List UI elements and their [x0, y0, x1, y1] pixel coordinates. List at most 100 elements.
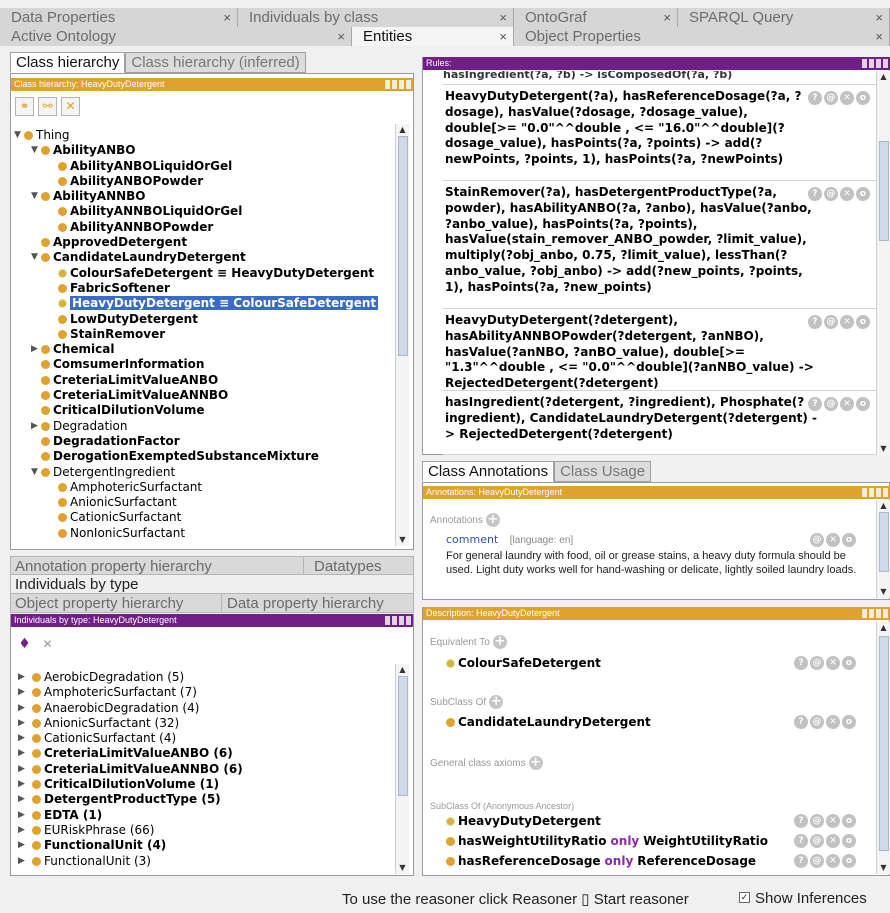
annotation-property[interactable]: comment	[446, 533, 498, 546]
annotate-icon[interactable]: @	[824, 91, 838, 105]
individual-type-item[interactable]: ▶ CreteriaLimitValueANBO (6)	[18, 746, 394, 761]
tab-annotation-property-hierarchy[interactable]: Annotation property hierarchy	[11, 557, 304, 575]
expand-arrow-icon[interactable]: ▼	[31, 143, 41, 158]
class-tree-node[interactable]: ▼ Thing	[14, 128, 394, 143]
edit-icon[interactable]: o	[856, 91, 870, 105]
action-icon[interactable]: ?	[794, 814, 808, 828]
description-scrollbar[interactable]: ▲ ▼	[876, 622, 890, 874]
expand-arrow-icon[interactable]: ▶	[18, 746, 28, 761]
expand-arrow-icon[interactable]: ▶	[18, 823, 28, 838]
action-icon[interactable]: o	[842, 854, 856, 868]
tab-class-usage[interactable]: Class Usage	[554, 461, 652, 482]
delete-icon[interactable]: ✕	[840, 315, 854, 329]
annotate-icon[interactable]: @	[824, 315, 838, 329]
individual-type-item[interactable]: ▶ AnionicSurfactant (32)	[18, 716, 394, 731]
class-tree-node[interactable]: CationicSurfactant	[14, 510, 394, 525]
individual-type-item[interactable]: ▶ CreteriaLimitValueANNBO (6)	[18, 762, 394, 777]
edit-icon[interactable]: o	[856, 315, 870, 329]
annotate-icon[interactable]: @	[810, 533, 824, 547]
swrl-rule[interactable]: HeavyDutyDetergent(?a), hasReferenceDosa…	[443, 87, 876, 181]
individual-type-item[interactable]: ▶ AmphotericSurfactant (7)	[18, 685, 394, 700]
explain-icon[interactable]: ?	[808, 315, 822, 329]
class-tree-node[interactable]: ApprovedDetergent	[14, 235, 394, 250]
explain-icon[interactable]: ?	[808, 187, 822, 201]
delete-icon[interactable]: ✕	[826, 533, 840, 547]
expand-arrow-icon[interactable]: ▶	[18, 777, 28, 792]
annotate-icon[interactable]: @	[824, 187, 838, 201]
class-tree-node[interactable]: AmphotericSurfactant	[14, 480, 394, 495]
add-sibling-button[interactable]: ⚯	[38, 97, 57, 116]
add-annotation-button[interactable]: +	[485, 512, 500, 527]
class-tree-node[interactable]: ▼ DetergentIngredient	[14, 465, 394, 480]
anonymous-ancestor-item[interactable]: HeavyDutyDetergent	[446, 814, 601, 828]
expand-arrow-icon[interactable]: ▶	[18, 854, 28, 869]
class-tree-node[interactable]: ColourSafeDetergent ≡ HeavyDutyDetergent	[14, 266, 394, 281]
individual-type-item[interactable]: ▶ EURiskPhrase (66)	[18, 823, 394, 838]
expand-arrow-icon[interactable]: ▶	[18, 701, 28, 716]
expand-arrow-icon[interactable]: ▼	[14, 128, 24, 143]
tab-class-hierarchy[interactable]: Class hierarchy	[10, 52, 126, 73]
delete-icon[interactable]: ✕	[840, 397, 854, 411]
class-tree-node[interactable]: ComsumerInformation	[14, 357, 394, 372]
expand-arrow-icon[interactable]: ▼	[31, 465, 41, 480]
delete-class-button[interactable]: ✕	[61, 97, 80, 116]
tab-entities[interactable]: Entities ×	[352, 27, 514, 46]
class-tree-node[interactable]: FabricSoftener	[14, 281, 394, 296]
annotate-icon[interactable]: @	[824, 397, 838, 411]
annotations-scrollbar[interactable]: ▲ ▼	[876, 500, 890, 598]
annotation-row[interactable]: comment [language: en]	[446, 533, 573, 546]
tab-ontograf[interactable]: OntoGraf ×	[514, 8, 678, 27]
edit-icon[interactable]: o	[842, 533, 856, 547]
swrl-rule[interactable]: StainRemover(?a), hasDetergentProductTyp…	[443, 183, 876, 309]
action-icon[interactable]: ✕	[826, 834, 840, 848]
add-superclass-button[interactable]: +	[489, 694, 504, 709]
class-tree-node[interactable]: ▼ AbilityANBO	[14, 143, 394, 158]
action-icon[interactable]: ?	[794, 834, 808, 848]
anonymous-ancestor-item[interactable]: hasWeightUtilityRatio only WeightUtilityRa…	[446, 834, 768, 848]
add-subclass-button[interactable]: ⚭	[15, 97, 34, 116]
tab-data-property-hierarchy[interactable]: Data property hierarchy	[222, 594, 384, 612]
close-icon[interactable]: ×	[875, 27, 883, 46]
add-equivalent-button[interactable]: +	[492, 634, 507, 649]
class-tree-node[interactable]: StainRemover	[14, 327, 394, 342]
individual-type-item[interactable]: ▶ CationicSurfactant (4)	[18, 731, 394, 746]
class-tree-node[interactable]: ▼ AbilityANNBO	[14, 189, 394, 204]
class-tree-node[interactable]: DegradationFactor	[14, 434, 394, 449]
individual-type-item[interactable]: ▶ FunctionalUnit (4)	[18, 838, 394, 853]
expand-arrow-icon[interactable]: ▶	[18, 762, 28, 777]
individual-type-item[interactable]: ▶ AnaerobicDegradation (4)	[18, 701, 394, 716]
action-icon[interactable]: ✕	[826, 854, 840, 868]
class-tree-node[interactable]: ▶ Degradation	[14, 419, 394, 434]
individual-type-item[interactable]: ▶ DetergentProductType (5)	[18, 792, 394, 807]
swrl-rule[interactable]: HeavyDutyDetergent(?detergent), hasAbili…	[443, 311, 876, 391]
superclass-item[interactable]: CandidateLaundryDetergent	[446, 715, 651, 729]
class-tree-scrollbar[interactable]: ▲ ▼	[395, 124, 409, 546]
explain-icon[interactable]: ?	[808, 397, 822, 411]
expand-arrow-icon[interactable]: ▶	[18, 731, 28, 746]
tab-individuals-by-type[interactable]: Individuals by type	[10, 575, 414, 594]
class-tree-node[interactable]: AbilityANNBOLiquidOrGel	[14, 204, 394, 219]
action-icon[interactable]: o	[842, 814, 856, 828]
expand-arrow-icon[interactable]: ▶	[18, 670, 28, 685]
expand-arrow-icon[interactable]: ▶	[18, 716, 28, 731]
class-tree-node[interactable]: ▶ Chemical	[14, 342, 394, 357]
action-icon[interactable]: o	[842, 834, 856, 848]
tab-object-property-hierarchy[interactable]: Object property hierarchy	[11, 594, 222, 612]
close-icon[interactable]: ×	[499, 27, 507, 46]
expand-arrow-icon[interactable]: ▶	[18, 838, 28, 853]
class-tree-node[interactable]: AnionicSurfactant	[14, 495, 394, 510]
close-icon[interactable]: ×	[663, 8, 671, 27]
tab-object-properties[interactable]: Object Properties ×	[514, 27, 890, 46]
action-icon[interactable]: ✕	[826, 814, 840, 828]
class-tree-node[interactable]: DerogationExemptedSubstanceMixture	[14, 449, 394, 464]
delete-icon[interactable]: ✕	[840, 91, 854, 105]
expand-arrow-icon[interactable]: ▶	[18, 808, 28, 823]
tab-active-ontology[interactable]: Active Ontology ×	[0, 27, 352, 46]
tab-datatypes[interactable]: Datatypes	[304, 557, 382, 575]
close-icon[interactable]: ×	[337, 27, 345, 46]
add-general-axiom-button[interactable]: +	[528, 755, 543, 770]
individual-type-item[interactable]: ▶ CriticalDilutionVolume (1)	[18, 777, 394, 792]
tab-sparql-query[interactable]: SPARQL Query ×	[678, 8, 890, 27]
class-tree-node[interactable]: CreteriaLimitValueANBO	[14, 373, 394, 388]
edit-icon[interactable]: o	[856, 397, 870, 411]
